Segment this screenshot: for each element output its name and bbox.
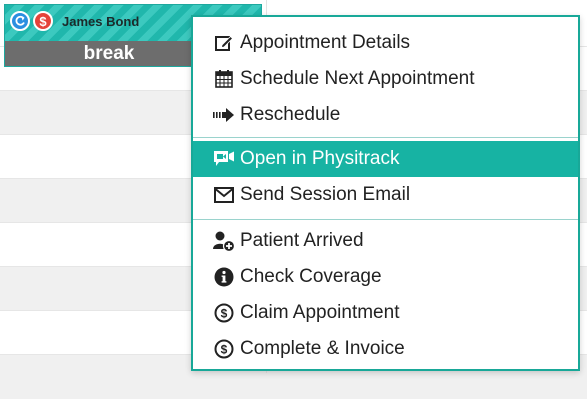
video-chat-icon — [213, 148, 235, 170]
menu-item-label: Send Session Email — [240, 184, 411, 205]
menu-item-label: Patient Arrived — [240, 230, 364, 251]
menu-item-label: Appointment Details — [240, 32, 411, 53]
user-add-icon — [213, 230, 235, 252]
dollar-circle-icon: $ — [213, 338, 235, 360]
edit-icon — [213, 32, 235, 54]
menu-item-label: Reschedule — [240, 104, 341, 125]
menu-item-reschedule[interactable]: Reschedule — [193, 97, 578, 133]
dollar-circle-icon: $ — [213, 302, 235, 324]
menu-item-open-in-physitrack[interactable]: Open in Physitrack — [193, 141, 578, 177]
menu-item-patient-arrived[interactable]: Patient Arrived — [193, 223, 578, 259]
refresh-icon[interactable] — [10, 11, 30, 31]
context-menu: Appointment Details Schedule Next Appoin… — [191, 15, 580, 371]
menu-item-label: Check Coverage — [240, 266, 382, 287]
menu-item-send-session-email[interactable]: Send Session Email — [193, 177, 578, 213]
menu-item-claim-appointment[interactable]: $ Claim Appointment — [193, 295, 578, 331]
dollar-icon[interactable]: $ — [33, 11, 53, 31]
menu-item-label: Schedule Next Appointment — [240, 68, 475, 89]
svg-text:$: $ — [221, 307, 228, 321]
envelope-icon — [213, 184, 235, 206]
calendar-icon — [213, 68, 235, 90]
menu-divider — [193, 137, 578, 138]
menu-item-label: Open in Physitrack — [240, 148, 400, 169]
menu-item-schedule-next-appointment[interactable]: Schedule Next Appointment — [193, 61, 578, 97]
patient-name: James Bond — [62, 13, 140, 29]
menu-item-appointment-details[interactable]: Appointment Details — [193, 25, 578, 61]
menu-item-label: Claim Appointment — [240, 302, 400, 323]
info-icon — [213, 266, 235, 288]
arrow-right-icon — [213, 104, 235, 126]
appointment-header: $ James Bond — [10, 10, 139, 32]
menu-item-label: Complete & Invoice — [240, 338, 405, 359]
menu-divider — [193, 219, 578, 220]
menu-item-complete-and-invoice[interactable]: $ Complete & Invoice — [193, 331, 578, 367]
svg-text:$: $ — [221, 343, 228, 357]
menu-item-check-coverage[interactable]: Check Coverage — [193, 259, 578, 295]
